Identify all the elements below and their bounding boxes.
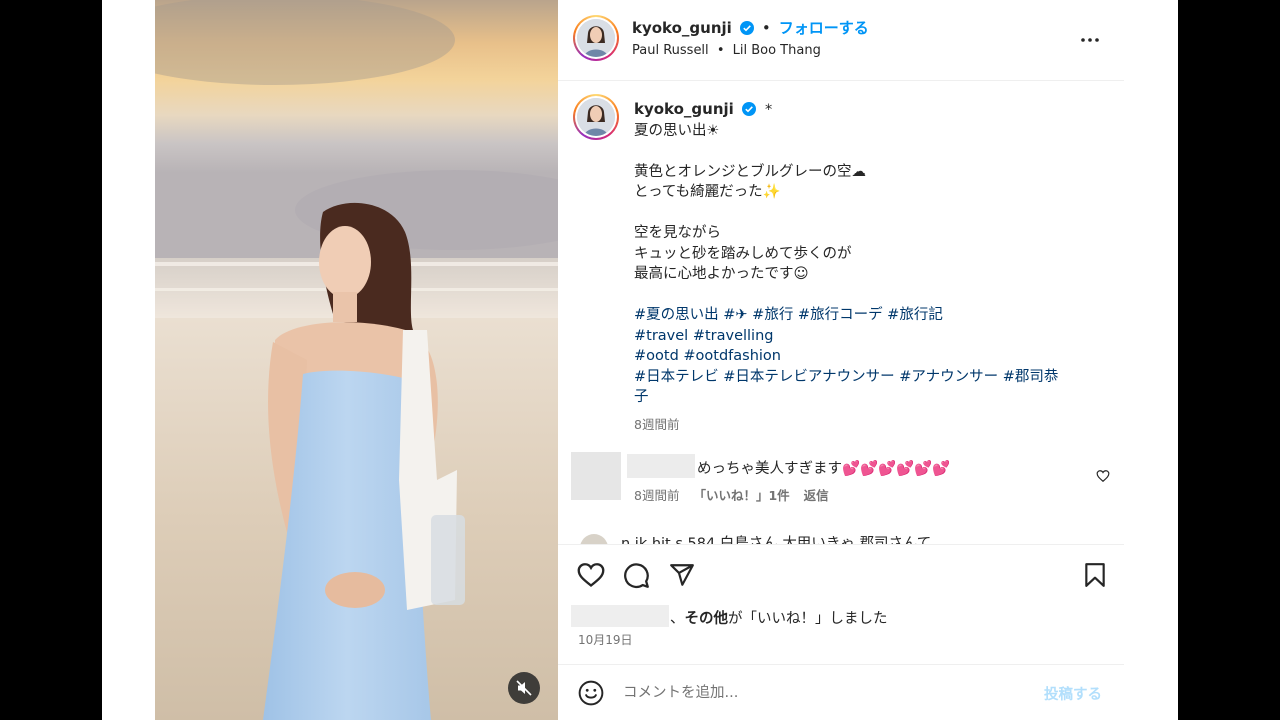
header-user-row: kyoko_gunji • フォローする: [632, 17, 869, 38]
hashtag-line[interactable]: #夏の思い出 #✈ #旅行 #旅行コーデ #旅行記: [634, 305, 1094, 326]
caption-line: 黄色とオレンジとブルグレーの空☁: [634, 163, 866, 180]
share-button[interactable]: [669, 562, 695, 588]
more-options-button[interactable]: [1078, 28, 1102, 52]
bookmark-icon: [1085, 563, 1105, 587]
audio-artist: Paul Russell: [632, 43, 709, 58]
author-username[interactable]: kyoko_gunji: [632, 19, 732, 37]
post-actions-bar: [558, 544, 1124, 604]
comment-text: n ik hit s 584 白鳥さん 大甲いきゃ 郡司さんて: [621, 536, 932, 544]
emoji-button[interactable]: [578, 680, 604, 710]
verified-badge-icon: [742, 102, 757, 116]
commenter-avatar[interactable]: [580, 534, 608, 544]
comment-item-partial: n ik hit s 584 白鳥さん 大甲いきゃ 郡司さんて: [558, 532, 1124, 544]
beach-photo: [155, 0, 558, 720]
follow-button[interactable]: フォローする: [779, 17, 869, 38]
commenter-avatar-blurred[interactable]: [571, 452, 621, 500]
speaker-muted-icon: [516, 680, 532, 696]
comments-scroll-area[interactable]: kyoko_gunji * 夏の思い出☀ 黄色とオレンジとブルグレーの空☁ とっ…: [558, 82, 1124, 544]
post-side-panel: kyoko_gunji • フォローする Paul Russell • Lil …: [558, 0, 1124, 720]
caption-line: 空を見ながら: [634, 225, 721, 241]
post-date[interactable]: 10月19日: [578, 631, 633, 648]
comment-input[interactable]: [623, 679, 1023, 707]
post-media-video[interactable]: [155, 0, 558, 720]
likes-prefix: 、: [670, 611, 685, 627]
post-comment-button[interactable]: 投稿する: [1044, 683, 1102, 704]
caption-user-suffix: *: [765, 102, 773, 118]
caption-timestamp[interactable]: 8週間前: [634, 415, 1094, 436]
caption-line: とっても綺麗だった✨: [634, 184, 781, 200]
heart-icon: [1096, 470, 1110, 483]
likes-suffix: が「いいね！」しました: [728, 611, 888, 627]
caption-line: 最高に心地よかったです☺: [634, 266, 809, 282]
comment-button[interactable]: [623, 562, 650, 589]
save-button[interactable]: [1083, 562, 1107, 588]
comment-likes-count[interactable]: 「いいね！」1件: [693, 485, 789, 504]
caption-header: kyoko_gunji *: [634, 99, 1094, 121]
paper-plane-icon: [670, 564, 694, 586]
hashtag-line[interactable]: #ootd #ootdfashion: [634, 346, 1094, 367]
likes-summary[interactable]: 、その他が「いいね！」しました: [558, 605, 1124, 629]
hashtag-line[interactable]: #日本テレビ #日本テレビアナウンサー #アナウンサー #郡司恭: [634, 367, 1094, 388]
audio-track: Lil Boo Thang: [732, 43, 821, 58]
caption-author-avatar[interactable]: [573, 94, 619, 140]
add-comment-bar: 投稿する: [558, 664, 1124, 720]
caption-title-line: 夏の思い出☀: [634, 122, 720, 139]
comment-item: めっちゃ美人すぎます💕💕💕💕💕💕 8週間前 「いいね！」1件 返信: [558, 452, 1124, 512]
caption-line: キュッと砂を踏みしめて歩くのが: [634, 245, 852, 262]
like-button[interactable]: [577, 562, 605, 588]
mute-button[interactable]: [508, 672, 540, 704]
comment-meta: 8週間前 「いいね！」1件 返信: [634, 485, 829, 504]
likes-text: 、その他が「いいね！」しました: [670, 607, 888, 628]
comment-icon: [624, 563, 649, 589]
hashtag-line[interactable]: #travel #travelling: [634, 326, 1094, 347]
caption-username[interactable]: kyoko_gunji: [634, 100, 734, 118]
audio-attribution[interactable]: Paul Russell • Lil Boo Thang: [632, 43, 821, 58]
post-header: kyoko_gunji • フォローする Paul Russell • Lil …: [558, 0, 1124, 81]
commenter-name-blurred[interactable]: [627, 454, 695, 478]
caption-author-photo: [577, 98, 615, 136]
author-avatar[interactable]: [573, 15, 619, 61]
more-horizontal-icon: [1081, 38, 1099, 42]
likes-others[interactable]: その他: [685, 611, 729, 627]
verified-badge-icon: [739, 20, 754, 35]
liker-name-blurred[interactable]: [571, 605, 669, 627]
comment-like-button[interactable]: [1096, 468, 1110, 487]
comment-reply-button[interactable]: 返信: [804, 485, 829, 504]
comment-text: めっちゃ美人すぎます💕💕💕💕💕💕: [697, 461, 951, 477]
header-separator: •: [761, 18, 771, 37]
heart-icon: [577, 563, 605, 587]
smiley-face-icon: [578, 680, 604, 706]
caption: kyoko_gunji * 夏の思い出☀ 黄色とオレンジとブルグレーの空☁ とっ…: [634, 99, 1094, 435]
hashtag-line[interactable]: 子: [634, 387, 1094, 408]
audio-separator: •: [716, 43, 725, 58]
author-photo: [577, 19, 615, 57]
comment-timestamp[interactable]: 8週間前: [634, 485, 679, 504]
